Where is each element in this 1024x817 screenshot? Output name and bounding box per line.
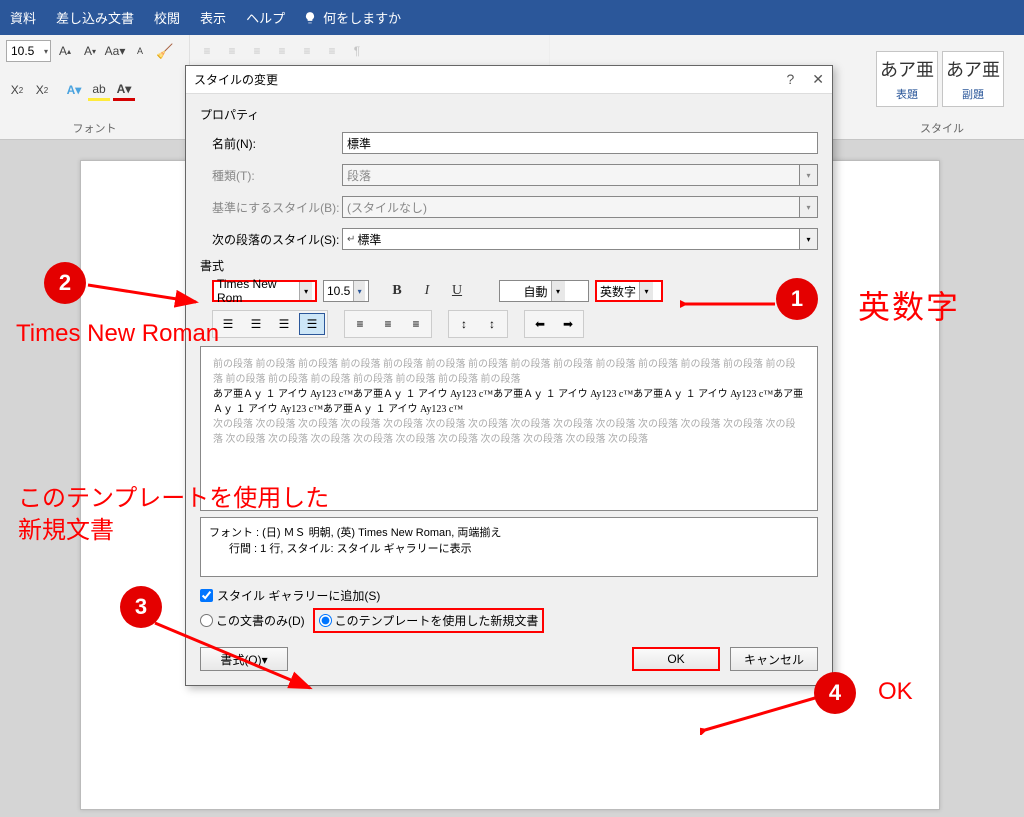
highlight-icon[interactable]: ab	[88, 79, 110, 101]
indent-group: ⬅ ➡	[524, 310, 584, 338]
align-center-icon[interactable]: ☰	[243, 313, 269, 335]
ribbon-tabs: 資料 差し込み文書 校閲 表示 ヘルプ 何をしますか	[0, 0, 1024, 35]
styles-gallery: あア亜 表題 あア亜 副題	[866, 45, 1014, 107]
annotation-ok: OK	[878, 678, 913, 706]
underline-button[interactable]: U	[445, 280, 469, 302]
dialog-title: スタイルの変更	[194, 71, 278, 88]
label-based-on: 基準にするスタイル(B):	[212, 199, 342, 216]
subscript-icon[interactable]: X2	[6, 79, 28, 101]
para-spacing-group: ↕ ↕	[448, 310, 508, 338]
format-menu-button[interactable]: 書式(O)▾	[200, 647, 288, 671]
change-case-icon[interactable]: Aa▾	[104, 40, 126, 62]
annotation-template-l1: このテンプレートを使用した	[18, 478, 329, 513]
label-name: 名前(N):	[212, 135, 342, 152]
cancel-button[interactable]: キャンセル	[730, 647, 818, 671]
superscript-icon[interactable]: X2	[31, 79, 53, 101]
section-format: 書式	[200, 257, 818, 274]
ribbon-tab[interactable]: ヘルプ	[236, 0, 295, 35]
name-input[interactable]: 標準	[342, 132, 818, 154]
ribbon-tab[interactable]: 差し込み文書	[46, 0, 144, 35]
annotation-eng-num: 英数字	[858, 282, 960, 328]
label-next: 次の段落のスタイル(S):	[212, 231, 342, 248]
modify-style-dialog: スタイルの変更 ? ✕ プロパティ 名前(N): 標準 種類(T): 段落▾ 基…	[185, 65, 833, 686]
text-effects-icon[interactable]: A▾	[63, 79, 85, 101]
add-to-gallery-label: スタイル ギャラリーに追加(S)	[217, 587, 380, 604]
font-size-combo[interactable]: 10.5▾	[323, 280, 369, 302]
help-icon[interactable]: ?	[786, 71, 794, 88]
align-justify-icon[interactable]: ☰	[299, 313, 325, 335]
annotation-badge-1: 1	[776, 278, 818, 320]
ribbon-tab[interactable]: 表示	[190, 0, 236, 35]
style-card[interactable]: あア亜 表題	[876, 51, 938, 107]
section-properties: プロパティ	[200, 106, 818, 123]
group-label-font: フォント	[6, 120, 183, 136]
annotation-badge-4: 4	[814, 672, 856, 714]
alignment-group: ☰ ☰ ☰ ☰	[212, 310, 328, 338]
font-size-combo[interactable]: 10.5▾	[6, 40, 51, 62]
font-color-combo[interactable]: 自動▾	[499, 280, 589, 302]
annotation-badge-3: 3	[120, 586, 162, 628]
space-before-inc-icon[interactable]: ↕	[451, 313, 477, 335]
add-to-gallery-checkbox[interactable]	[200, 589, 213, 602]
increase-indent-icon[interactable]: ➡	[555, 313, 581, 335]
line-spacing-2-icon[interactable]: ≡	[403, 313, 429, 335]
ok-button[interactable]: OK	[632, 647, 720, 671]
linespacing-group: ≡ ≡ ≡	[344, 310, 432, 338]
increase-font-icon[interactable]: A▴	[54, 40, 76, 62]
phonetic-icon[interactable]: A	[129, 40, 151, 62]
ribbon-tab[interactable]: 資料	[0, 0, 46, 35]
decrease-font-icon[interactable]: A▾	[79, 40, 101, 62]
font-name-combo[interactable]: Times New Rom▾	[212, 280, 317, 302]
next-style-select[interactable]: ↵標準▾	[342, 228, 818, 250]
style-card[interactable]: あア亜 副題	[942, 51, 1004, 107]
close-icon[interactable]: ✕	[812, 71, 824, 88]
line-spacing-1-icon[interactable]: ≡	[347, 313, 373, 335]
italic-button[interactable]: I	[415, 280, 439, 302]
description-box: フォント : (日) ＭＳ 明朝, (英) Times New Roman, 両…	[200, 517, 818, 577]
group-label-style: スタイル	[920, 120, 964, 136]
kind-select: 段落▾	[342, 164, 818, 186]
line-spacing-15-icon[interactable]: ≡	[375, 313, 401, 335]
annotation-tnr: Times New Roman	[16, 320, 219, 348]
bold-button[interactable]: B	[385, 280, 409, 302]
based-on-select: (スタイルなし)▾	[342, 196, 818, 218]
decrease-indent-icon[interactable]: ⬅	[527, 313, 553, 335]
script-combo[interactable]: 英数字▾	[595, 280, 663, 302]
clear-format-icon[interactable]: 🧹	[154, 40, 176, 62]
annotation-badge-2: 2	[44, 262, 86, 304]
lightbulb-icon	[303, 11, 317, 25]
align-right-icon[interactable]: ☰	[271, 313, 297, 335]
space-before-dec-icon[interactable]: ↕	[479, 313, 505, 335]
radio-template-new-doc[interactable]: このテンプレートを使用した新規文書	[313, 608, 545, 633]
label-kind: 種類(T):	[212, 167, 342, 184]
ribbon-tab[interactable]: 校閲	[144, 0, 190, 35]
font-color-icon[interactable]: A▾	[113, 79, 135, 101]
annotation-template-l2: 新規文書	[18, 510, 114, 545]
radio-this-doc[interactable]: この文書のみ(D)	[200, 612, 305, 629]
tell-me[interactable]: 何をしますか	[303, 8, 401, 27]
